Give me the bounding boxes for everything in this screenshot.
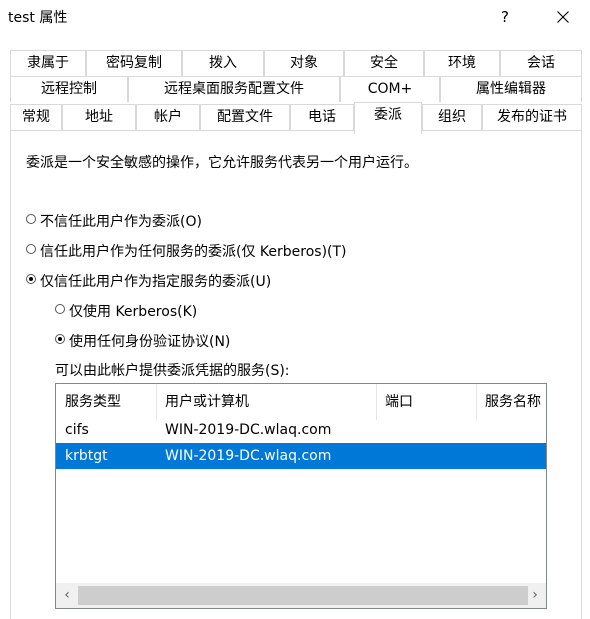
- radio-circle[interactable]: [26, 214, 36, 224]
- services-list[interactable]: 服务类型 用户或计算机 端口 服务名称 cifs WIN-2019-DC.wla…: [55, 383, 547, 609]
- radio-label[interactable]: 仅信任此用户作为指定服务的委派(U): [40, 271, 271, 291]
- tab-password-replication[interactable]: 密码复制: [86, 50, 182, 76]
- tab-profile[interactable]: 配置文件: [200, 104, 290, 130]
- radio-circle[interactable]: [55, 334, 65, 344]
- tab-attribute-editor[interactable]: 属性编辑器: [440, 76, 582, 102]
- table-row[interactable]: cifs WIN-2019-DC.wlaq.com: [56, 417, 546, 443]
- scroll-left-icon[interactable]: ‹: [56, 583, 78, 608]
- tab-address[interactable]: 地址: [62, 104, 136, 130]
- tab-dial-in[interactable]: 拨入: [182, 50, 264, 76]
- close-icon: [557, 11, 569, 23]
- cell-user-or-computer: WIN-2019-DC.wlaq.com: [165, 448, 332, 464]
- cell-service-type: krbtgt: [65, 448, 108, 464]
- tab-member-of[interactable]: 隶属于: [10, 50, 86, 76]
- tab-com-plus[interactable]: COM+: [340, 76, 440, 102]
- tab-published-certificates[interactable]: 发布的证书: [482, 104, 582, 130]
- tab-sessions[interactable]: 会话: [500, 50, 582, 76]
- window-title: test 属性: [8, 10, 68, 26]
- horizontal-scrollbar[interactable]: ‹ ›: [56, 583, 546, 608]
- tab-object[interactable]: 对象: [264, 50, 344, 76]
- help-button[interactable]: ?: [482, 0, 528, 34]
- column-header-service-name[interactable]: 服务名称: [476, 384, 546, 420]
- radio-label[interactable]: 使用任何身份验证协议(N): [69, 331, 230, 351]
- delegation-description: 委派是一个安全敏感的操作，它允许服务代表另一个用户运行。: [26, 155, 418, 171]
- tab-telephones[interactable]: 电话: [290, 104, 354, 130]
- radio-circle[interactable]: [26, 244, 36, 254]
- radio-label[interactable]: 不信任此用户作为委派(O): [40, 211, 202, 231]
- column-header-service-type[interactable]: 服务类型: [56, 384, 156, 420]
- radio-circle[interactable]: [26, 274, 36, 284]
- scroll-right-icon[interactable]: ›: [524, 583, 546, 608]
- column-header-user-or-computer[interactable]: 用户或计算机: [156, 384, 376, 420]
- tab-remote-desktop-profile[interactable]: 远程桌面服务配置文件: [128, 76, 340, 102]
- tab-account[interactable]: 帐户: [136, 104, 200, 130]
- title-bar: test 属性 ?: [0, 0, 590, 34]
- radio-label[interactable]: 仅使用 Kerberos(K): [69, 301, 197, 321]
- tab-organization[interactable]: 组织: [422, 104, 482, 130]
- tab-remote-control[interactable]: 远程控制: [10, 76, 128, 102]
- cell-user-or-computer: WIN-2019-DC.wlaq.com: [165, 422, 332, 438]
- tab-security[interactable]: 安全: [344, 50, 424, 76]
- column-header-port[interactable]: 端口: [376, 384, 476, 420]
- radio-circle[interactable]: [55, 304, 65, 314]
- services-label: 可以由此帐户提供委派凭据的服务(S):: [55, 363, 290, 379]
- table-row[interactable]: krbtgt WIN-2019-DC.wlaq.com: [56, 443, 546, 469]
- scrollbar-thumb[interactable]: [78, 586, 528, 605]
- radio-label[interactable]: 信任此用户作为任何服务的委派(仅 Kerberos)(T): [40, 241, 347, 261]
- cell-service-type: cifs: [65, 422, 89, 438]
- tab-general[interactable]: 常规: [10, 104, 62, 130]
- tab-environment[interactable]: 环境: [424, 50, 500, 76]
- close-button[interactable]: [540, 0, 586, 34]
- tab-delegation[interactable]: 委派: [354, 102, 422, 134]
